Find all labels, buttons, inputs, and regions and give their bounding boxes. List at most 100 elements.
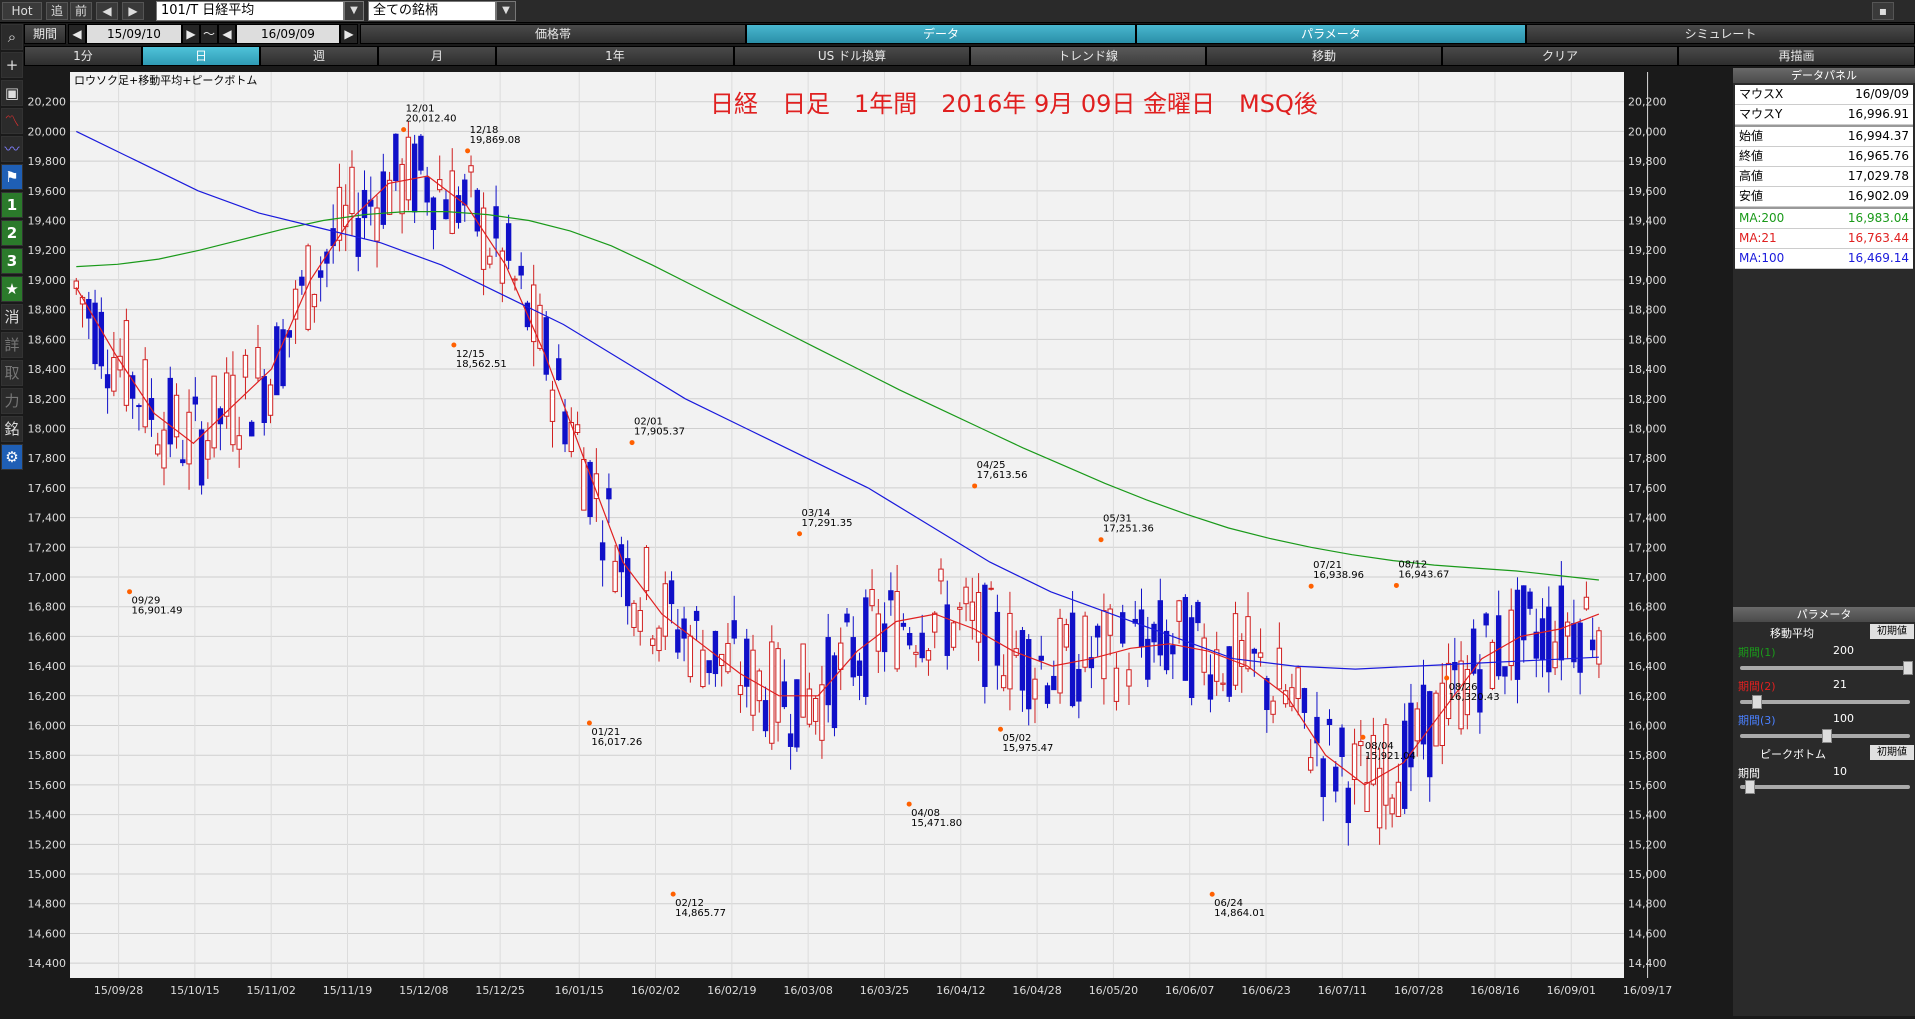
period1-slider-handle[interactable]	[1903, 661, 1913, 675]
data-row-value: 16,763.44	[1847, 231, 1909, 245]
peak-bottom-marker	[1308, 583, 1314, 589]
slot-2-button[interactable]: 2	[1, 220, 23, 246]
y-tick-label-left: 19,800	[28, 155, 67, 168]
ma-reset-button[interactable]: 初期値	[1870, 624, 1914, 639]
line-chart-icon[interactable]: 〽	[1, 108, 23, 134]
move-button[interactable]: 移動	[1206, 46, 1442, 66]
period1-label: 期間(1)	[1738, 646, 1776, 659]
symbol-dropdown-icon[interactable]: ▼	[344, 1, 364, 21]
period3-slider-handle[interactable]	[1822, 729, 1832, 743]
candle-body	[1076, 668, 1082, 702]
candle-body	[656, 627, 662, 652]
search-icon[interactable]: ⌕	[1, 24, 23, 50]
usd-convert-button[interactable]: US ドル換算	[734, 46, 970, 66]
date-to-input[interactable]: 16/09/09	[236, 24, 340, 44]
period2-slider-handle[interactable]	[1752, 695, 1762, 709]
hot-button[interactable]: Hot	[2, 2, 42, 20]
candle-body	[549, 389, 556, 422]
date-to-prev-icon[interactable]: ◀	[218, 24, 236, 44]
data-row-key: 始値	[1739, 129, 1764, 143]
candle-body	[938, 568, 944, 582]
slot-1-button[interactable]: 1	[1, 192, 23, 218]
candle-body	[180, 459, 186, 464]
peak-bottom-reset-button[interactable]: 初期値	[1870, 745, 1914, 760]
gear-icon[interactable]: ⚙	[1, 444, 23, 470]
compare-chart-icon[interactable]: 〰	[1, 136, 23, 162]
period2-value[interactable]: 21	[1833, 678, 1847, 691]
period1-value[interactable]: 200	[1833, 644, 1854, 657]
symbol-input[interactable]: 101/T 日経平均	[156, 1, 344, 21]
x-tick-label: 16/07/11	[1318, 984, 1367, 997]
tab-weekly[interactable]: 週	[260, 46, 378, 66]
candle-body	[631, 602, 637, 628]
x-tick-label: 15/09/28	[94, 984, 143, 997]
period2-slider[interactable]	[1740, 700, 1910, 704]
candle-body	[462, 179, 468, 206]
flag-icon[interactable]: ⚑	[1, 164, 23, 190]
clear-button[interactable]: クリア	[1442, 46, 1678, 66]
back-arrow-icon[interactable]: ◀	[96, 2, 118, 20]
date-from-input[interactable]: 15/09/10	[86, 24, 182, 44]
power-button[interactable]: 力	[1, 388, 23, 414]
chart-subtitle: ロウソク足+移動平均+ピークボトム	[74, 73, 257, 87]
peak-bottom-marker	[465, 148, 471, 154]
pb-period-value[interactable]: 10	[1833, 765, 1847, 778]
peak-bottom-value: 16,901.49	[132, 606, 183, 617]
slot-3-button[interactable]: 3	[1, 248, 23, 274]
data-row: マウスX 16/09/09	[1735, 85, 1913, 105]
tab-daily[interactable]: 日	[142, 46, 260, 66]
star-icon[interactable]: ★	[1, 276, 23, 302]
trendline-button[interactable]: トレンド線	[970, 46, 1206, 66]
period1-slider[interactable]	[1740, 666, 1910, 670]
candle-body	[1163, 630, 1170, 671]
prev-button[interactable]: 前	[70, 2, 92, 20]
forward-arrow-icon[interactable]: ▶	[122, 2, 144, 20]
date-from-next-icon[interactable]: ▶	[182, 24, 200, 44]
data-row-value: 16,469.14	[1847, 251, 1909, 265]
pb-period-slider[interactable]	[1740, 785, 1910, 789]
trade-button[interactable]: 取	[1, 360, 23, 386]
universe-select[interactable]: 全ての銘柄	[368, 1, 496, 21]
camera-icon[interactable]: ▣	[1, 80, 23, 106]
follow-button[interactable]: 追	[46, 2, 68, 20]
x-tick-label: 16/07/28	[1394, 984, 1443, 997]
candle-body	[944, 604, 950, 656]
tab-1year[interactable]: 1年	[496, 46, 734, 66]
data-row-key: マウスY	[1739, 107, 1783, 121]
menu-parameter[interactable]: パラメータ	[1136, 24, 1526, 44]
menu-simulate[interactable]: シミュレート	[1526, 24, 1915, 44]
candlestick-chart[interactable]: 14,40014,40014,60014,60014,80014,80015,0…	[24, 68, 1682, 1016]
pb-period-slider-handle[interactable]	[1745, 780, 1755, 794]
tab-monthly[interactable]: 月	[378, 46, 496, 66]
candle-body	[1170, 645, 1176, 655]
peak-bottom-value: 16,320.43	[1449, 692, 1500, 703]
stock-button[interactable]: 銘	[1, 416, 23, 442]
crosshair-icon[interactable]: +	[1, 52, 23, 78]
candle-body	[393, 133, 399, 182]
menu-price-band[interactable]: 価格帯	[360, 24, 746, 44]
universe-dropdown-icon[interactable]: ▼	[496, 1, 516, 21]
candle-body	[1564, 621, 1571, 637]
erase-button[interactable]: 消	[1, 304, 23, 330]
candle-body	[1483, 613, 1489, 626]
menu-row-2: 1分 日 週 月 1年 US ドル換算 トレンド線 移動 クリア 再描画	[0, 46, 1915, 66]
tab-1min[interactable]: 1分	[24, 46, 142, 66]
date-to-next-icon[interactable]: ▶	[340, 24, 358, 44]
candle-body	[1026, 639, 1032, 710]
peak-bottom-marker	[972, 483, 978, 489]
data-row: MA:200 16,983.04	[1735, 207, 1913, 229]
chart-area[interactable]: 14,40014,40014,60014,60014,80014,80015,0…	[24, 68, 1682, 1016]
detail-button[interactable]: 詳	[1, 332, 23, 358]
period3-value[interactable]: 100	[1833, 712, 1854, 725]
minimize-icon[interactable]: ▪	[1872, 2, 1894, 20]
candle-body	[493, 206, 499, 239]
menu-data[interactable]: データ	[746, 24, 1136, 44]
period-prev-icon[interactable]: ◀	[68, 24, 86, 44]
candle-body	[1527, 591, 1533, 609]
candle-body	[1558, 585, 1565, 661]
redraw-button[interactable]: 再描画	[1678, 46, 1915, 66]
candle-body	[1295, 667, 1301, 699]
y-tick-label-left: 14,400	[28, 957, 67, 970]
candle-body	[123, 320, 130, 406]
peak-bottom-marker	[998, 726, 1004, 732]
